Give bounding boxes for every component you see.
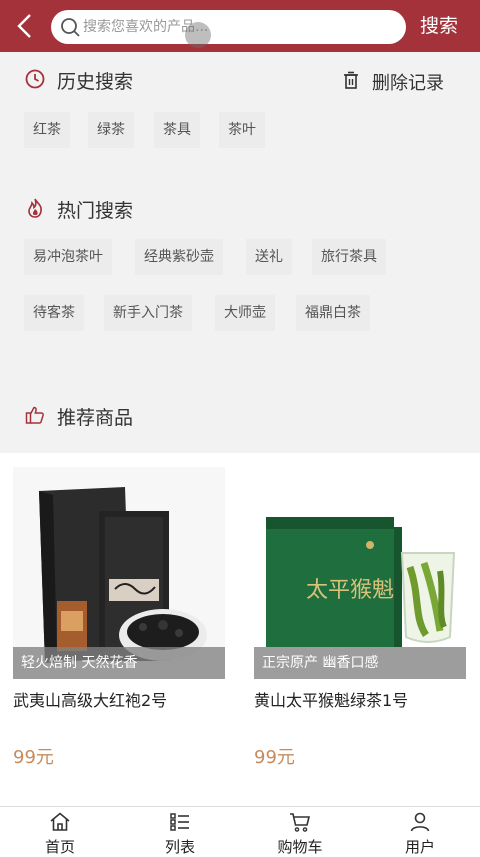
history-tag[interactable]: 绿茶 [88,112,134,148]
tab-list[interactable]: 列表 [120,807,240,857]
search-input[interactable] [83,16,383,38]
home-icon [50,812,70,831]
history-tag[interactable]: 茶具 [154,112,200,148]
search-button[interactable]: 搜索 [420,12,458,40]
product-caption: 正宗原产 幽香口感 [254,647,466,679]
cart-icon [290,813,311,832]
history-tag[interactable]: 红茶 [24,112,70,148]
back-button[interactable] [12,10,38,42]
history-tag[interactable]: 茶叶 [219,112,265,148]
product-card[interactable]: 太平猴魁 正宗原产 幽香口感 黄山太平猴魁绿茶1号 99元 [254,467,466,787]
product-name: 武夷山高级大红袍2号 [13,691,168,710]
product-caption: 轻火焙制 天然花香 [13,647,225,679]
tab-label: 列表 [164,838,195,856]
tab-cart[interactable]: 购物车 [240,807,360,857]
package-label: 太平猴魁 [306,578,394,603]
tab-label: 首页 [44,838,75,856]
thumbs-up-icon [25,406,44,424]
trash-icon [344,71,358,89]
hot-tag[interactable]: 大师壶 [215,295,275,331]
user-icon [410,812,430,832]
hot-search-title: 热门搜索 [57,200,134,222]
list-icon [170,813,189,831]
flame-icon [28,198,42,218]
tab-user[interactable]: 用户 [360,807,480,857]
search-icon [61,18,80,37]
hot-tag[interactable]: 福鼎白茶 [296,295,370,331]
hot-tag[interactable]: 新手入门茶 [104,295,192,331]
hot-tag[interactable]: 送礼 [246,239,292,275]
chevron-left-icon [17,14,31,38]
tab-label: 购物车 [277,838,323,856]
hot-tag[interactable]: 易冲泡茶叶 [24,239,112,275]
touch-indicator [185,22,211,48]
hot-tag[interactable]: 旅行茶具 [312,239,386,275]
product-name: 黄山太平猴魁绿茶1号 [254,691,409,710]
hot-tag[interactable]: 待客茶 [24,295,84,331]
clock-icon [25,69,45,89]
top-bar: 搜索 [0,0,480,52]
delete-history-label: 删除记录 [372,73,444,94]
search-box[interactable] [51,10,406,48]
product-price: 99元 [254,747,295,768]
history-search-title: 历史搜索 [57,71,134,93]
tab-home[interactable]: 首页 [0,807,120,857]
tab-label: 用户 [404,838,435,856]
bottom-tab-bar: 首页 列表 购物车 用户 [0,806,480,857]
recommend-title: 推荐商品 [57,407,134,429]
product-price: 99元 [13,747,54,768]
product-card[interactable]: 轻火焙制 天然花香 武夷山高级大红袍2号 99元 [13,467,225,787]
product-grid: 轻火焙制 天然花香 武夷山高级大红袍2号 99元 太平猴魁 正宗原产 幽香口感 … [0,453,480,806]
hot-tag[interactable]: 经典紫砂壶 [135,239,223,275]
